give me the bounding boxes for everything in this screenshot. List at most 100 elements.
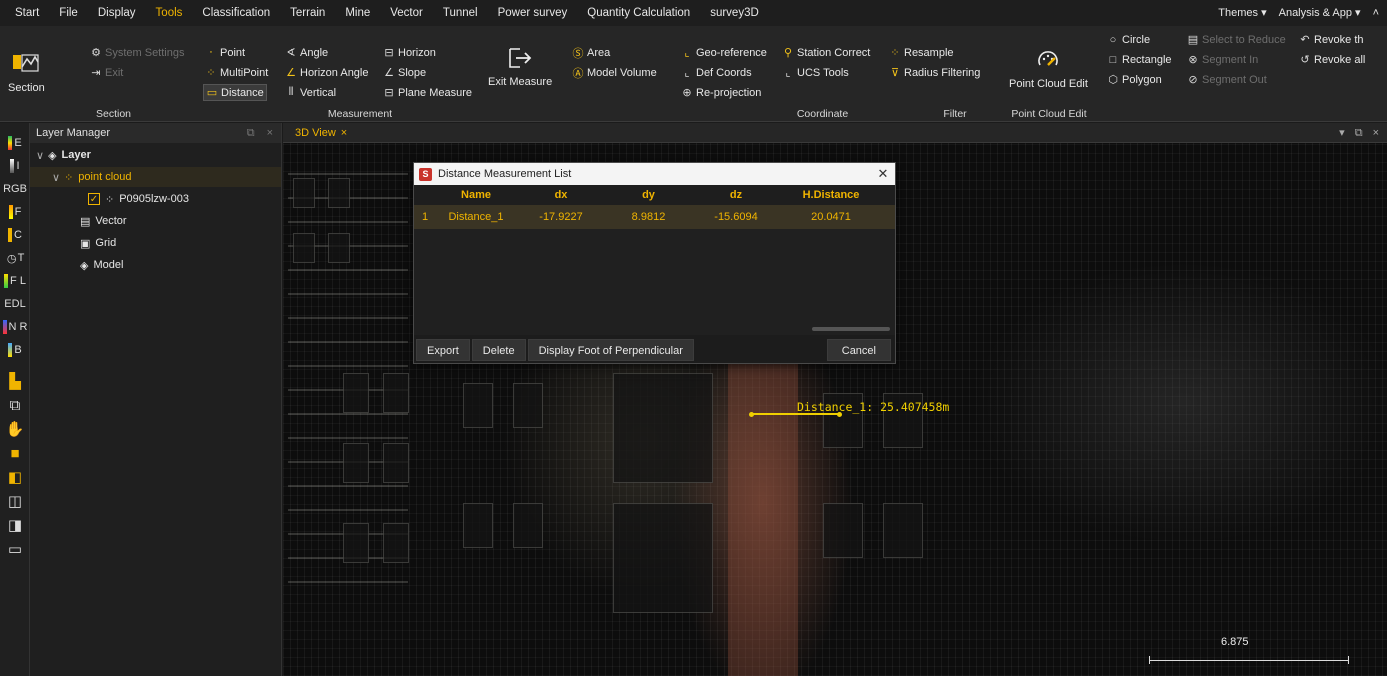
rotate-view-icon[interactable]: ⧉ (0, 395, 30, 415)
circle-button[interactable]: ○ Circle (1105, 31, 1152, 48)
blend-color-tool[interactable]: B (0, 340, 30, 360)
pan-hand-icon[interactable]: ✋ (0, 419, 30, 439)
vertical-icon: ⦀ (288, 86, 294, 98)
column-header-dx[interactable]: dx (516, 189, 606, 201)
station-correct-button[interactable]: ⚲ Station Correct (780, 44, 872, 61)
elevation-color-tool[interactable]: E (0, 133, 30, 153)
horizontal-scrollbar[interactable] (812, 327, 890, 331)
table-row[interactable]: 1 Distance_1 -17.9227 8.9812 -15.6094 20… (414, 205, 895, 229)
display-foot-of-perpendicular-button[interactable]: Display Foot of Perpendicular (527, 339, 694, 361)
close-icon[interactable]: × (267, 127, 273, 140)
app-window: Start File Display Tools Classification … (0, 0, 1387, 676)
menu-mine[interactable]: Mine (336, 0, 381, 26)
segment-out-button[interactable]: ⊘ Segment Out (1185, 71, 1269, 88)
rectangle-button[interactable]: □ Rectangle (1105, 51, 1174, 68)
def-coords-button[interactable]: ⌞ Def Coords (679, 64, 754, 81)
ucs-tools-button[interactable]: ⌞ UCS Tools (780, 64, 851, 81)
menu-file[interactable]: File (50, 0, 89, 26)
geo-reference-button[interactable]: ⌞ Geo-reference (679, 44, 769, 61)
resample-button[interactable]: ⁘ Resample (887, 44, 956, 61)
float-icon[interactable]: ⧉ (247, 127, 255, 140)
horizon-angle-button[interactable]: ∠ Horizon Angle (283, 64, 371, 81)
dropdown-icon[interactable]: ▾ (1339, 123, 1345, 143)
tree-item-grid[interactable]: ▣ Grid (30, 233, 281, 253)
column-header-dz[interactable]: dz (691, 189, 781, 201)
intensity-color-tool[interactable]: I (0, 156, 30, 176)
analysis-app-menu[interactable]: Analysis & App ▾ (1279, 0, 1361, 26)
edl-tool[interactable]: EDL (0, 294, 30, 314)
model-volume-button[interactable]: Ⓐ Model Volume (570, 64, 659, 81)
menu-survey3d[interactable]: survey3D (701, 0, 770, 26)
tree-item-point-cloud[interactable]: ∨ ⁘ point cloud (30, 167, 281, 187)
layer-manager-title: Layer Manager (36, 127, 110, 139)
column-header-hdistance[interactable]: H.Distance (781, 189, 881, 201)
menu-display[interactable]: Display (89, 0, 147, 26)
window (823, 503, 863, 558)
checkbox-checked[interactable]: ✓ (88, 193, 100, 205)
cancel-button[interactable]: Cancel (826, 339, 891, 361)
re-projection-button[interactable]: ⊕ Re-projection (679, 84, 763, 101)
point-cloud-edit-button[interactable]: Point Cloud Edit (1009, 46, 1088, 90)
tab-3d-view[interactable]: 3D View × (289, 123, 353, 143)
section-group-label: Section (96, 108, 132, 120)
delete-button[interactable]: Delete (471, 339, 526, 361)
collapse-ribbon-button[interactable]: ˄ (1373, 0, 1379, 26)
menu-vector[interactable]: Vector (381, 0, 434, 26)
tree-item-model[interactable]: ◈ Model (30, 255, 281, 275)
export-button[interactable]: Export (416, 339, 470, 361)
tree-item-vector[interactable]: ▤ Vector (30, 211, 281, 231)
time-color-tool[interactable]: ◷ T (0, 248, 30, 268)
flight-line-color-tool[interactable]: F L (0, 271, 30, 291)
segment-in-button[interactable]: ⊗ Segment In (1185, 51, 1260, 68)
right-view-icon[interactable]: ◨ (0, 515, 30, 535)
top-view-icon[interactable]: ◧ (0, 467, 30, 487)
themes-menu[interactable]: Themes ▾ (1218, 0, 1266, 26)
menu-tools[interactable]: Tools (147, 0, 194, 26)
dialog-titlebar[interactable]: S Distance Measurement List ✕ (414, 163, 895, 185)
column-header-name[interactable]: Name (436, 189, 516, 201)
float-icon[interactable]: ⧉ (1355, 123, 1363, 143)
menu-tunnel[interactable]: Tunnel (434, 0, 489, 26)
classification-color-tool[interactable]: C (0, 225, 30, 245)
system-settings-button[interactable]: ⚙ System Settings (88, 44, 186, 61)
slope-button[interactable]: ∠ Slope (381, 64, 428, 81)
polygon-button[interactable]: ⬡ Polygon (1105, 71, 1164, 88)
menu-start[interactable]: Start (6, 0, 50, 26)
radius-filtering-button[interactable]: ⊽ Radius Filtering (887, 64, 982, 81)
angle-button[interactable]: ∢ Angle (283, 44, 330, 61)
point-button[interactable]: ⸱ Point (203, 44, 247, 61)
feature-color-tool[interactable]: F (0, 202, 30, 222)
exit-button[interactable]: ⇥ Exit (88, 64, 125, 81)
close-icon[interactable]: × (341, 123, 347, 143)
multipoint-button[interactable]: ⁘ MultiPoint (203, 64, 270, 81)
left-view-icon[interactable]: ◫ (0, 491, 30, 511)
exit-measure-button[interactable]: Exit Measure (488, 44, 552, 88)
menu-power-survey[interactable]: Power survey (489, 0, 579, 26)
close-icon[interactable]: × (1373, 123, 1379, 143)
section-button[interactable]: Section (8, 50, 45, 94)
plane-measure-button[interactable]: ⊟ Plane Measure (381, 84, 474, 101)
column-header-dy[interactable]: dy (606, 189, 691, 201)
back-view-icon[interactable]: ▭ (0, 539, 30, 559)
grid-icon: ▣ (80, 237, 91, 250)
coordinate-group: ⌞ Geo-reference ⌞ Def Coords ⊕ Re-projectio… (675, 26, 890, 122)
menu-classification[interactable]: Classification (193, 0, 281, 26)
tree-item-layer[interactable]: ∨ ◈ Layer (30, 145, 281, 165)
window (463, 503, 493, 548)
multipoint-icon: ⁘ (206, 67, 216, 79)
cube-view-icon[interactable]: ▙ (0, 371, 30, 391)
revoke-all-button[interactable]: ↺ Revoke all (1297, 51, 1367, 68)
area-button[interactable]: Ⓢ Area (570, 44, 612, 61)
distance-button[interactable]: ▭ Distance (203, 84, 267, 101)
select-to-reduce-button[interactable]: ▤ Select to Reduce (1185, 31, 1288, 48)
close-icon[interactable]: ✕ (871, 166, 895, 182)
rgb-color-tool[interactable]: RGB (0, 179, 30, 199)
horizon-button[interactable]: ⊟ Horizon (381, 44, 438, 61)
revoke-button[interactable]: ↶ Revoke th (1297, 31, 1366, 48)
return-number-color-tool[interactable]: N R (0, 317, 30, 337)
tree-item-file[interactable]: ✓ ⁘ P0905lzw-003 (30, 189, 281, 209)
menu-terrain[interactable]: Terrain (281, 0, 336, 26)
vertical-button[interactable]: ⦀ Vertical (283, 84, 338, 101)
front-view-icon[interactable]: ■ (0, 443, 30, 463)
menu-quantity-calculation[interactable]: Quantity Calculation (578, 0, 701, 26)
